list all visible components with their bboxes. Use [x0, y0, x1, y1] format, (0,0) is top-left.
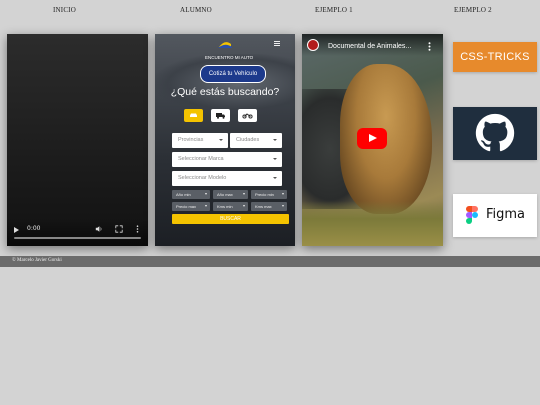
filter-label: Año min	[176, 192, 191, 197]
filter-ano-max[interactable]: Año max	[213, 190, 248, 199]
footer-copyright: © Marcelo Javier Gorski	[12, 258, 62, 263]
modelo-select[interactable]: Seleccionar Modelo	[172, 171, 282, 186]
ciudades-label: Ciudades	[236, 137, 260, 143]
car-logo-icon	[218, 42, 232, 48]
nav-ejemplo-1[interactable]: EJEMPLO 1	[315, 6, 353, 14]
chevron-down-icon	[205, 205, 207, 207]
more-options-icon[interactable]	[136, 225, 139, 233]
modelo-label: Seleccionar Modelo	[178, 175, 227, 181]
filter-ano-min[interactable]: Año min	[172, 190, 210, 199]
video-controls: 0:00	[7, 220, 148, 246]
chevron-down-icon	[205, 193, 207, 195]
chevron-down-icon	[273, 158, 277, 160]
youtube-header: Documental de Animales...	[302, 34, 443, 56]
filter-label: Precio max	[176, 204, 197, 209]
site-logo[interactable]: ENCUENTRO MI AUTO	[205, 37, 254, 60]
filter-precio-min[interactable]: Precio min	[251, 190, 287, 199]
chevron-down-icon	[282, 193, 284, 195]
filter-kms-min[interactable]: Kms min	[213, 202, 248, 211]
video-progress-bar[interactable]	[14, 237, 141, 239]
filter-precio-max[interactable]: Precio max	[172, 202, 210, 211]
logo-text: ENCUENTRO MI AUTO	[205, 55, 254, 60]
alumno-site-preview[interactable]: ENCUENTRO MI AUTO Cotizá tu Vehículo ¿Qu…	[155, 34, 295, 246]
chevron-down-icon	[282, 205, 284, 207]
video-player[interactable]: 0:00	[7, 34, 148, 246]
truck-icon	[216, 113, 225, 119]
css-tricks-logo: CSS-TRICKS	[460, 51, 530, 63]
cotiza-button[interactable]: Cotizá tu Vehículo	[200, 65, 266, 83]
search-title: ¿Qué estás buscando?	[170, 86, 280, 98]
menu-icon[interactable]	[274, 41, 280, 46]
css-tricks-link[interactable]: CSS-TRICKS	[453, 42, 537, 72]
ciudades-select[interactable]: Ciudades	[230, 133, 282, 148]
youtube-play-icon[interactable]	[357, 128, 387, 149]
filter-label: Kms min	[217, 204, 233, 209]
car-icon	[190, 113, 197, 117]
car-background	[155, 54, 295, 114]
figma-link[interactable]: Figma	[453, 194, 537, 237]
github-link[interactable]	[453, 107, 537, 160]
nav-inicio[interactable]: INICIO	[53, 6, 76, 14]
vehicle-car-button[interactable]	[184, 109, 203, 122]
github-icon	[475, 113, 515, 152]
channel-avatar[interactable]	[307, 39, 319, 51]
youtube-video-title[interactable]: Documental de Animales...	[328, 43, 411, 50]
marca-label: Seleccionar Marca	[178, 156, 224, 162]
play-icon[interactable]	[14, 227, 19, 233]
chevron-down-icon	[243, 193, 245, 195]
chevron-down-icon	[243, 205, 245, 207]
footer: © Marcelo Javier Gorski	[0, 256, 540, 267]
nav-alumno[interactable]: ALUMNO	[180, 6, 212, 14]
more-options-icon[interactable]	[428, 42, 431, 51]
figma-logo-text: Figma	[486, 207, 526, 222]
filter-label: Kms max	[255, 204, 272, 209]
chevron-down-icon	[273, 139, 277, 141]
figma-icon	[466, 206, 478, 224]
provincias-select[interactable]: Provincias	[172, 133, 228, 148]
chevron-down-icon	[219, 139, 223, 141]
grass-image	[302, 201, 443, 246]
buscar-button[interactable]: BUSCAR	[172, 214, 289, 224]
volume-icon[interactable]	[95, 225, 103, 233]
motorcycle-icon	[242, 113, 253, 119]
top-navigation: INICIO ALUMNO EJEMPLO 1 EJEMPLO 2	[0, 0, 540, 22]
chevron-down-icon	[273, 177, 277, 179]
fullscreen-icon[interactable]	[115, 225, 123, 233]
filter-label: Año max	[217, 192, 233, 197]
video-time: 0:00	[27, 225, 41, 232]
filter-kms-max[interactable]: Kms max	[251, 202, 287, 211]
nav-ejemplo-2[interactable]: EJEMPLO 2	[454, 6, 492, 14]
vehicle-motorcycle-button[interactable]	[238, 109, 257, 122]
provincias-label: Provincias	[178, 137, 204, 143]
filter-label: Precio min	[255, 192, 274, 197]
vehicle-truck-button[interactable]	[211, 109, 230, 122]
youtube-embed[interactable]: Documental de Animales...	[302, 34, 443, 246]
marca-select[interactable]: Seleccionar Marca	[172, 152, 282, 167]
